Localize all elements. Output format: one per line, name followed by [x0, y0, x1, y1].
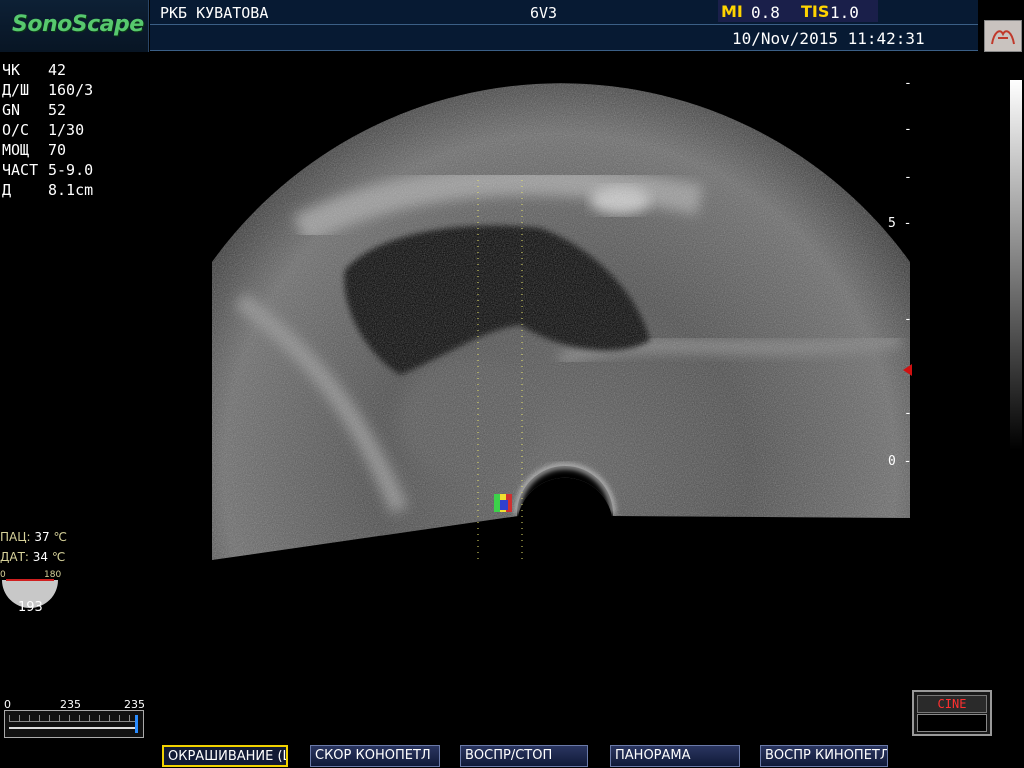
date-time: 10/Nov/2015 11:42:31: [732, 29, 925, 48]
sonoscape-logo: SonoScape: [0, 0, 149, 52]
slider-track[interactable]: [4, 710, 144, 738]
ultrasound-image[interactable]: [0, 52, 1024, 692]
depth-label-0: 0 -: [888, 454, 912, 469]
angle-max: 180: [44, 570, 62, 580]
mi-value: 0.8: [751, 3, 780, 22]
depth-label-5: 5 -: [888, 216, 912, 231]
logo-text: SonoScape: [12, 12, 144, 37]
tis-value: 1.0: [830, 3, 859, 22]
cine-speed-button[interactable]: СКОР КОНОПЕТЛ: [310, 745, 440, 767]
sector-fan: [212, 83, 910, 560]
colorize-button[interactable]: ОКРАШИВАНИЕ (ЦВЕТ): [162, 745, 288, 767]
angle-value: 193: [18, 600, 43, 615]
play-stop-button[interactable]: ВОСПР/СТОП: [460, 745, 588, 767]
slider-fill: [9, 727, 137, 729]
cine-progress[interactable]: [917, 714, 987, 732]
color-doppler-spot: [494, 494, 512, 512]
gain-slider[interactable]: 0 235 235: [4, 698, 146, 742]
slider-thumb[interactable]: [135, 715, 138, 733]
tis-label: TIS: [801, 2, 830, 21]
angle-min: 0: [0, 570, 6, 580]
hospital-name: РКБ КУВАТОВА: [160, 4, 269, 22]
cine-label: CINE: [917, 695, 987, 713]
probe-temp: ДАТ: 34 ℃: [0, 550, 66, 564]
depth-scale: - - - 5 - - - 0 -: [888, 76, 912, 469]
cine-panel[interactable]: CINE: [912, 690, 992, 736]
panorama-button[interactable]: ПАНОРАМА: [610, 745, 740, 767]
probe-name: 6V3: [530, 4, 558, 22]
angle-indicator: 0 180 193: [0, 570, 62, 626]
patient-temp: ПАЦ: 37 ℃: [0, 530, 68, 544]
grayscale-bar: [1010, 80, 1022, 450]
mi-label: MI: [721, 2, 743, 21]
body-mark-icon[interactable]: [984, 20, 1022, 52]
cine-play-button[interactable]: ВОСПР КИНОПЕТЛ: [760, 745, 888, 767]
